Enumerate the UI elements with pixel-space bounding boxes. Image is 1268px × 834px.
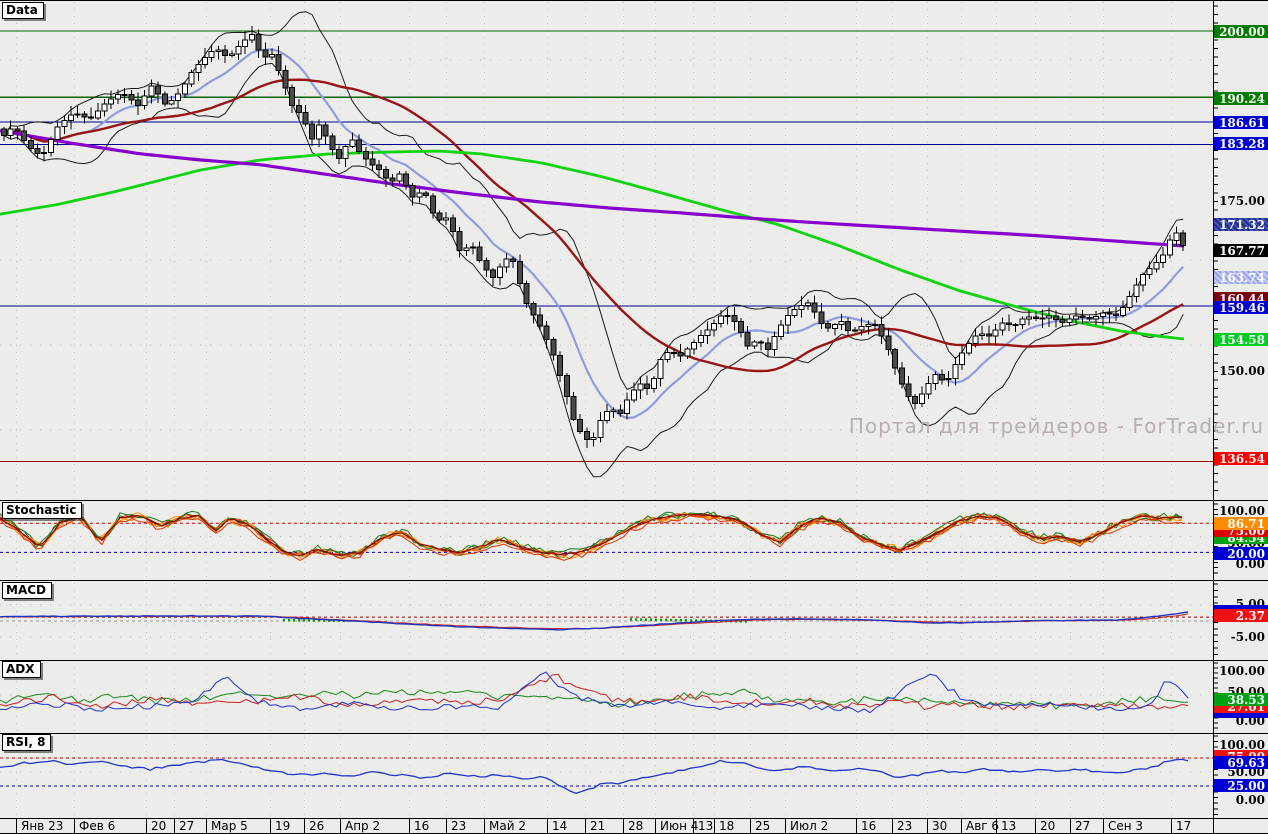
y-axis-label-adx: 38.53: [1214, 693, 1268, 707]
panel-tab-rsi[interactable]: RSI, 8: [2, 734, 52, 751]
date-label: Июл 2: [785, 819, 828, 833]
date-label: Июн 4: [655, 819, 698, 833]
date-label: Сен 3: [1103, 819, 1143, 833]
panel-tab-adx[interactable]: ADX: [2, 661, 41, 678]
date-label: 28: [623, 819, 643, 833]
date-label: Авг 6: [961, 819, 999, 833]
y-axis-label-price: 190.24: [1214, 92, 1268, 106]
date-label: 19: [270, 819, 290, 833]
y-axis-label-price: 163.74: [1214, 271, 1268, 285]
date-label: 17: [1171, 819, 1191, 833]
y-axis-label-stochastic: 20.00: [1214, 547, 1268, 561]
y-axis-label-price: 171.32: [1214, 218, 1268, 232]
date-label: 27: [1070, 819, 1090, 833]
date-label: 27: [174, 819, 194, 833]
date-label: 23: [892, 819, 912, 833]
date-label: 20: [146, 819, 166, 833]
time-axis: Янв 23 Фев 6 20 27 Мар 5 19 26 Апр 2 16 23 Май 2 14…: [0, 819, 1268, 833]
y-axis-label-price: 183.28: [1214, 137, 1268, 151]
date-label: 30: [927, 819, 947, 833]
y-axis-label-price: 136.54: [1214, 452, 1268, 466]
y-axis-label-price: 159.46: [1214, 301, 1268, 315]
date-label: 18: [714, 819, 734, 833]
date-label: 20: [1035, 819, 1055, 833]
date-label: 26: [304, 819, 324, 833]
watermark: Портал для трейдеров - ForTrader.ru: [848, 414, 1264, 438]
y-axis-label-price: 175.00: [1219, 194, 1265, 208]
date-label: 13: [693, 819, 713, 833]
date-label: 23: [446, 819, 466, 833]
panel-tab-stochastic[interactable]: Stochastic: [2, 502, 83, 519]
y-axis-label-macd: -5.00: [1230, 630, 1265, 644]
y-axis-label-adx: 100.00: [1219, 664, 1265, 678]
y-axis-label-stochastic: 86.71: [1214, 517, 1268, 531]
y-axis-label-rsi: 25.00: [1214, 779, 1268, 793]
date-label: 16: [409, 819, 429, 833]
date-label: 14: [547, 819, 567, 833]
y-axis-label-rsi: 69.63: [1214, 756, 1268, 770]
panel-tab-macd[interactable]: MACD: [2, 582, 52, 599]
date-label: 25: [750, 819, 770, 833]
trading-chart-window: Data Stochastic MACD ADX RSI, 8 Портал д…: [0, 0, 1268, 834]
y-axis-label-price: 167.77: [1214, 244, 1268, 258]
date-label: Фев 6: [74, 819, 115, 833]
date-label: 13: [996, 819, 1016, 833]
y-axis-label-price: 154.58: [1214, 333, 1268, 347]
y-axis-label-price: 200.00: [1214, 25, 1268, 39]
y-axis-label-rsi: 0.00: [1235, 793, 1265, 807]
y-axis-label-price: 150.00: [1219, 364, 1265, 378]
y-axis-label-stochastic: 100.00: [1219, 504, 1265, 518]
y-axis-label-price: 186.61: [1214, 116, 1268, 130]
y-axis-label-macd: 2.37: [1214, 609, 1268, 623]
panel-tab-data[interactable]: Data: [2, 2, 44, 19]
price-axis-labels: 200.00 190.24 186.61 183.28 175.00 171.32 167.…: [1214, 0, 1268, 834]
date-label: Янв 23: [16, 819, 63, 833]
date-label: Мар 5: [206, 819, 248, 833]
date-label: 21: [585, 819, 605, 833]
date-label: Май 2: [484, 819, 526, 833]
date-label: Апр 2: [340, 819, 380, 833]
date-label: 16: [856, 819, 876, 833]
